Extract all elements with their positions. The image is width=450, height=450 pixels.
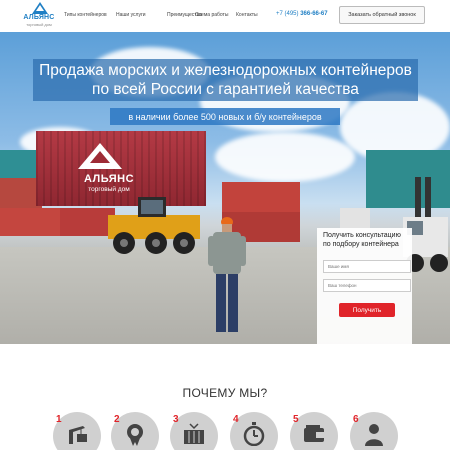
feature-number: 5 [293,414,299,425]
hero-title-line1: Продажа морских и железнодорожных контей… [39,62,412,79]
feature-1: 1 [53,412,103,450]
feature-number: 3 [173,414,179,425]
feature-number: 1 [56,414,62,425]
person-icon [365,424,383,446]
container-logo [78,143,138,174]
container-brand: АЛЬЯНС [83,173,135,185]
main-nav: Типы контейнеров Наши услуги Преимуществ… [64,12,266,18]
container-red [222,182,300,212]
feature-6: 6 [350,412,400,450]
logo-mountain-icon [32,2,48,14]
phone-number[interactable]: +7 (495) 366-66-67 [276,11,328,17]
form-title-line2: по подбору контейнера [323,241,399,248]
container-lift-icon [184,423,204,444]
phone-input[interactable] [323,279,411,292]
hero-subtitle: в наличии более 500 новых и б/у контейне… [110,108,340,125]
form-title-line1: Получить консультацию [323,232,401,239]
hero-title: Продажа морских и железнодорожных контей… [33,59,418,101]
nav-advantages[interactable]: Преимущества [167,12,202,18]
why-us-title: ПОЧЕМУ МЫ? [182,386,268,400]
nav-contacts[interactable]: Контакты [236,12,266,18]
crane-icon [69,426,87,444]
consultation-form: Получить консультацию по подбору контейн… [317,228,412,344]
callback-button[interactable]: Заказать обратный звонок [339,6,425,24]
logo-name: АЛЬЯНС [23,14,55,21]
wallet-icon [304,425,324,442]
feature-4: 4 [230,412,280,450]
container-red [0,208,60,236]
logo-mountain-icon [78,143,122,169]
hero-banner: АЛЬЯНС торговый дом Продажа морских и же… [0,32,450,344]
forklift [108,197,200,254]
container-red [60,208,115,236]
feature-number: 4 [233,414,239,425]
award-icon [127,424,143,446]
logo[interactable]: АЛЬЯНС торговый дом [22,2,56,30]
feature-3: 3 [170,412,220,450]
hero-title-line2: по всей России с гарантией качества [92,81,359,98]
submit-button[interactable]: Получить [339,303,395,317]
container-subtitle: торговый дом [88,186,130,193]
logo-subtitle: торговый дом [26,22,52,27]
nav-workflow[interactable]: Схема работы [195,12,236,18]
feature-number: 6 [353,414,359,425]
branded-container: АЛЬЯНС торговый дом [36,131,206,206]
feature-number: 2 [114,414,120,425]
phone-digits: 366-66-67 [300,11,328,17]
cloud [215,132,355,182]
feature-2: 2 [111,412,161,450]
phone-prefix: +7 (495) [276,11,299,17]
name-input[interactable] [323,260,411,273]
header: АЛЬЯНС торговый дом Типы контейнеров Наш… [0,0,450,32]
nav-services[interactable]: Наши услуги [116,12,167,18]
nav-container-types[interactable]: Типы контейнеров [64,12,116,18]
feature-5: 5 [290,412,340,450]
container-teal [0,150,40,178]
form-title: Получить консультацию по подбору контейн… [323,231,413,249]
worker-figure [208,217,246,332]
stopwatch-icon [243,422,265,446]
